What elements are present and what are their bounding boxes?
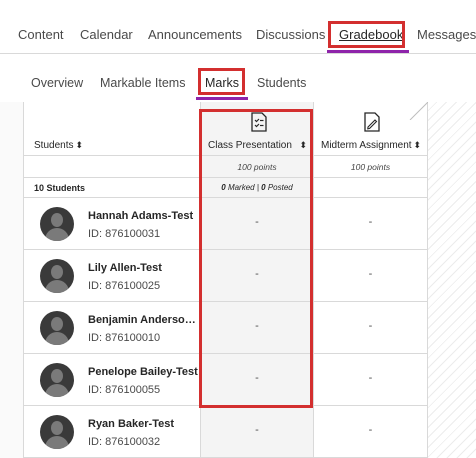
grade-value: - [255, 424, 259, 436]
midterm-assignment-points: 100 points [350, 162, 391, 172]
gradebook-active-indicator [327, 50, 409, 53]
class-presentation-title[interactable]: Class Presentation [208, 140, 304, 151]
tab-gradebook[interactable]: Gradebook [339, 27, 403, 42]
student-row[interactable]: Ryan Baker-Test ID: 876100032 [24, 406, 200, 458]
grade-cell[interactable]: - [314, 198, 427, 250]
midterm-assignment-column: Midterm Assignment ⬍ 100 points - - - - … [314, 102, 428, 458]
student-id: ID: 876100010 [88, 332, 161, 344]
student-id: ID: 876100031 [88, 228, 161, 240]
grade-cell[interactable]: - [201, 250, 313, 302]
students-column: Students ⬍ 10 Students Hannah Adams-Test … [24, 102, 200, 458]
class-presentation-points: 100 points [237, 162, 277, 172]
midterm-assignment-title[interactable]: Midterm Assignment [321, 140, 417, 151]
tab-announcements[interactable]: Announcements [148, 27, 242, 42]
grade-value: - [368, 216, 373, 228]
class-presentation-column: Class Presentation ⬍ 100 points 0 Marked… [200, 102, 314, 458]
points-row: 100 points [314, 156, 427, 178]
student-name[interactable]: Lily Allen-Test [88, 262, 198, 274]
subtab-students[interactable]: Students [257, 76, 306, 90]
marks-grid: Students ⬍ 10 Students Hannah Adams-Test … [0, 102, 476, 458]
students-count-label: Students [44, 183, 86, 193]
student-name[interactable]: Penelope Bailey-Test [88, 366, 198, 378]
points-row: 100 points [201, 156, 313, 178]
grade-cell[interactable]: - [201, 198, 313, 250]
student-row[interactable]: Lily Allen-Test ID: 876100025 [24, 250, 200, 302]
marking-status [314, 178, 427, 198]
grade-cell[interactable]: - [201, 406, 313, 458]
grade-cell[interactable]: - [201, 302, 313, 354]
avatar [40, 311, 74, 345]
student-name[interactable]: Ryan Baker-Test [88, 418, 198, 430]
marked-label: Marked | [225, 183, 262, 192]
points-row-spacer [24, 156, 200, 178]
tab-content[interactable]: Content [18, 27, 64, 42]
grade-value: - [368, 372, 373, 384]
avatar [40, 259, 74, 293]
grade-cell[interactable]: - [314, 302, 427, 354]
students-header-label: Students [34, 140, 74, 151]
subtab-markable-items[interactable]: Markable Items [100, 76, 185, 90]
grade-cell[interactable]: - [201, 354, 313, 406]
grade-cell[interactable]: - [314, 250, 427, 302]
grid-left-gutter [0, 102, 24, 458]
avatar [40, 363, 74, 397]
sort-arrows-icon[interactable]: ⬍ [75, 140, 83, 150]
student-id: ID: 876100032 [88, 436, 161, 448]
grade-value: - [368, 320, 373, 332]
students-column-header[interactable]: Students ⬍ [24, 102, 200, 156]
grade-value: - [255, 320, 259, 332]
tab-calendar[interactable]: Calendar [80, 27, 133, 42]
subtab-marks[interactable]: Marks [205, 76, 239, 90]
column-divider-line [409, 102, 428, 120]
grade-cell[interactable]: - [314, 406, 427, 458]
student-row[interactable]: Benjamin Anderson-Test ID: 876100010 [24, 302, 200, 354]
grade-cell[interactable]: - [314, 354, 427, 406]
tab-discussions[interactable]: Discussions [256, 27, 325, 42]
student-id: ID: 876100025 [88, 280, 161, 292]
posted-label: Posted [265, 183, 293, 192]
student-name[interactable]: Hannah Adams-Test [88, 210, 198, 222]
students-summary: 10 Students [24, 178, 200, 198]
grade-value: - [255, 268, 259, 280]
student-row[interactable]: Hannah Adams-Test ID: 876100031 [24, 198, 200, 250]
midterm-assignment-header[interactable]: Midterm Assignment ⬍ [314, 102, 428, 156]
students-count: 10 [34, 183, 45, 193]
document-checklist-icon [251, 112, 267, 132]
tab-messages[interactable]: Messages [417, 27, 476, 42]
class-presentation-header[interactable]: Class Presentation ⬍ [201, 102, 313, 156]
marks-active-indicator [196, 97, 248, 100]
empty-column-area [428, 102, 476, 458]
avatar [40, 415, 74, 449]
sort-arrows-icon[interactable]: ⬍ [413, 140, 421, 151]
student-id: ID: 876100055 [88, 384, 161, 396]
subtab-overview[interactable]: Overview [31, 76, 83, 90]
student-name[interactable]: Benjamin Anderson-Test [88, 314, 198, 326]
grade-value: - [368, 424, 373, 436]
gradebook-subnav: Overview Markable Items Marks Students [0, 54, 476, 102]
student-row[interactable]: Penelope Bailey-Test ID: 876100055 [24, 354, 200, 406]
course-nav: Content Calendar Announcements Discussio… [0, 0, 476, 54]
sort-arrows-icon[interactable]: ⬍ [299, 140, 307, 151]
grade-value: - [368, 268, 373, 280]
grade-value: - [255, 216, 259, 228]
avatar [40, 207, 74, 241]
marking-status: 0 Marked | 0 Posted [201, 178, 313, 198]
grade-value: - [255, 372, 259, 384]
